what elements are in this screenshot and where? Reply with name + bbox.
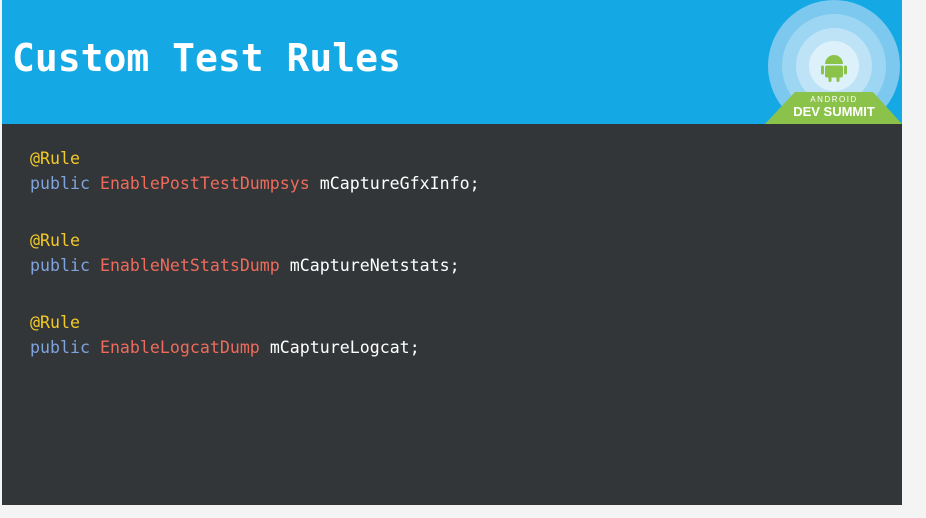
- code-line-annotation: @Rule: [30, 310, 480, 335]
- code-line-annotation: @Rule: [30, 146, 480, 171]
- annotation-token: @Rule: [30, 149, 80, 168]
- semicolon-token: ;: [469, 174, 480, 193]
- type-token: EnableLogcatDump: [99, 338, 260, 357]
- annotation-token: @Rule: [30, 313, 80, 332]
- slide-header: Custom Test Rules ANDROID DEV SUMMIT: [2, 0, 902, 124]
- semicolon-token: ;: [409, 338, 420, 357]
- android-dev-summit-logo: ANDROID DEV SUMMIT: [765, 0, 902, 124]
- annotation-token: @Rule: [30, 231, 80, 250]
- type-token: EnablePostTestDumpsys: [99, 174, 310, 193]
- type-token: EnableNetStatsDump: [99, 256, 280, 275]
- code-line-annotation: @Rule: [30, 228, 480, 253]
- semicolon-token: ;: [449, 256, 460, 275]
- logo-text-android: ANDROID: [810, 95, 857, 104]
- code-block: @Rule public EnablePostTestDumpsys mCapt…: [30, 146, 480, 360]
- keyword-token: public: [30, 174, 90, 193]
- field-token: mCaptureLogcat: [269, 338, 410, 357]
- code-line-declaration: public EnableNetStatsDump mCaptureNetsta…: [30, 253, 480, 278]
- field-token: mCaptureNetstats: [289, 256, 450, 275]
- logo-text-dev-summit: DEV SUMMIT: [793, 104, 875, 119]
- slide: Custom Test Rules ANDROID DEV SUMMIT @Ru…: [2, 0, 902, 505]
- keyword-token: public: [30, 338, 90, 357]
- code-line-declaration: public EnableLogcatDump mCaptureLogcat;: [30, 335, 480, 360]
- code-spacer: [30, 196, 480, 228]
- code-spacer: [30, 278, 480, 310]
- field-token: mCaptureGfxInfo: [319, 174, 470, 193]
- keyword-token: public: [30, 256, 90, 275]
- code-line-declaration: public EnablePostTestDumpsys mCaptureGfx…: [30, 171, 480, 196]
- slide-title: Custom Test Rules: [12, 36, 401, 80]
